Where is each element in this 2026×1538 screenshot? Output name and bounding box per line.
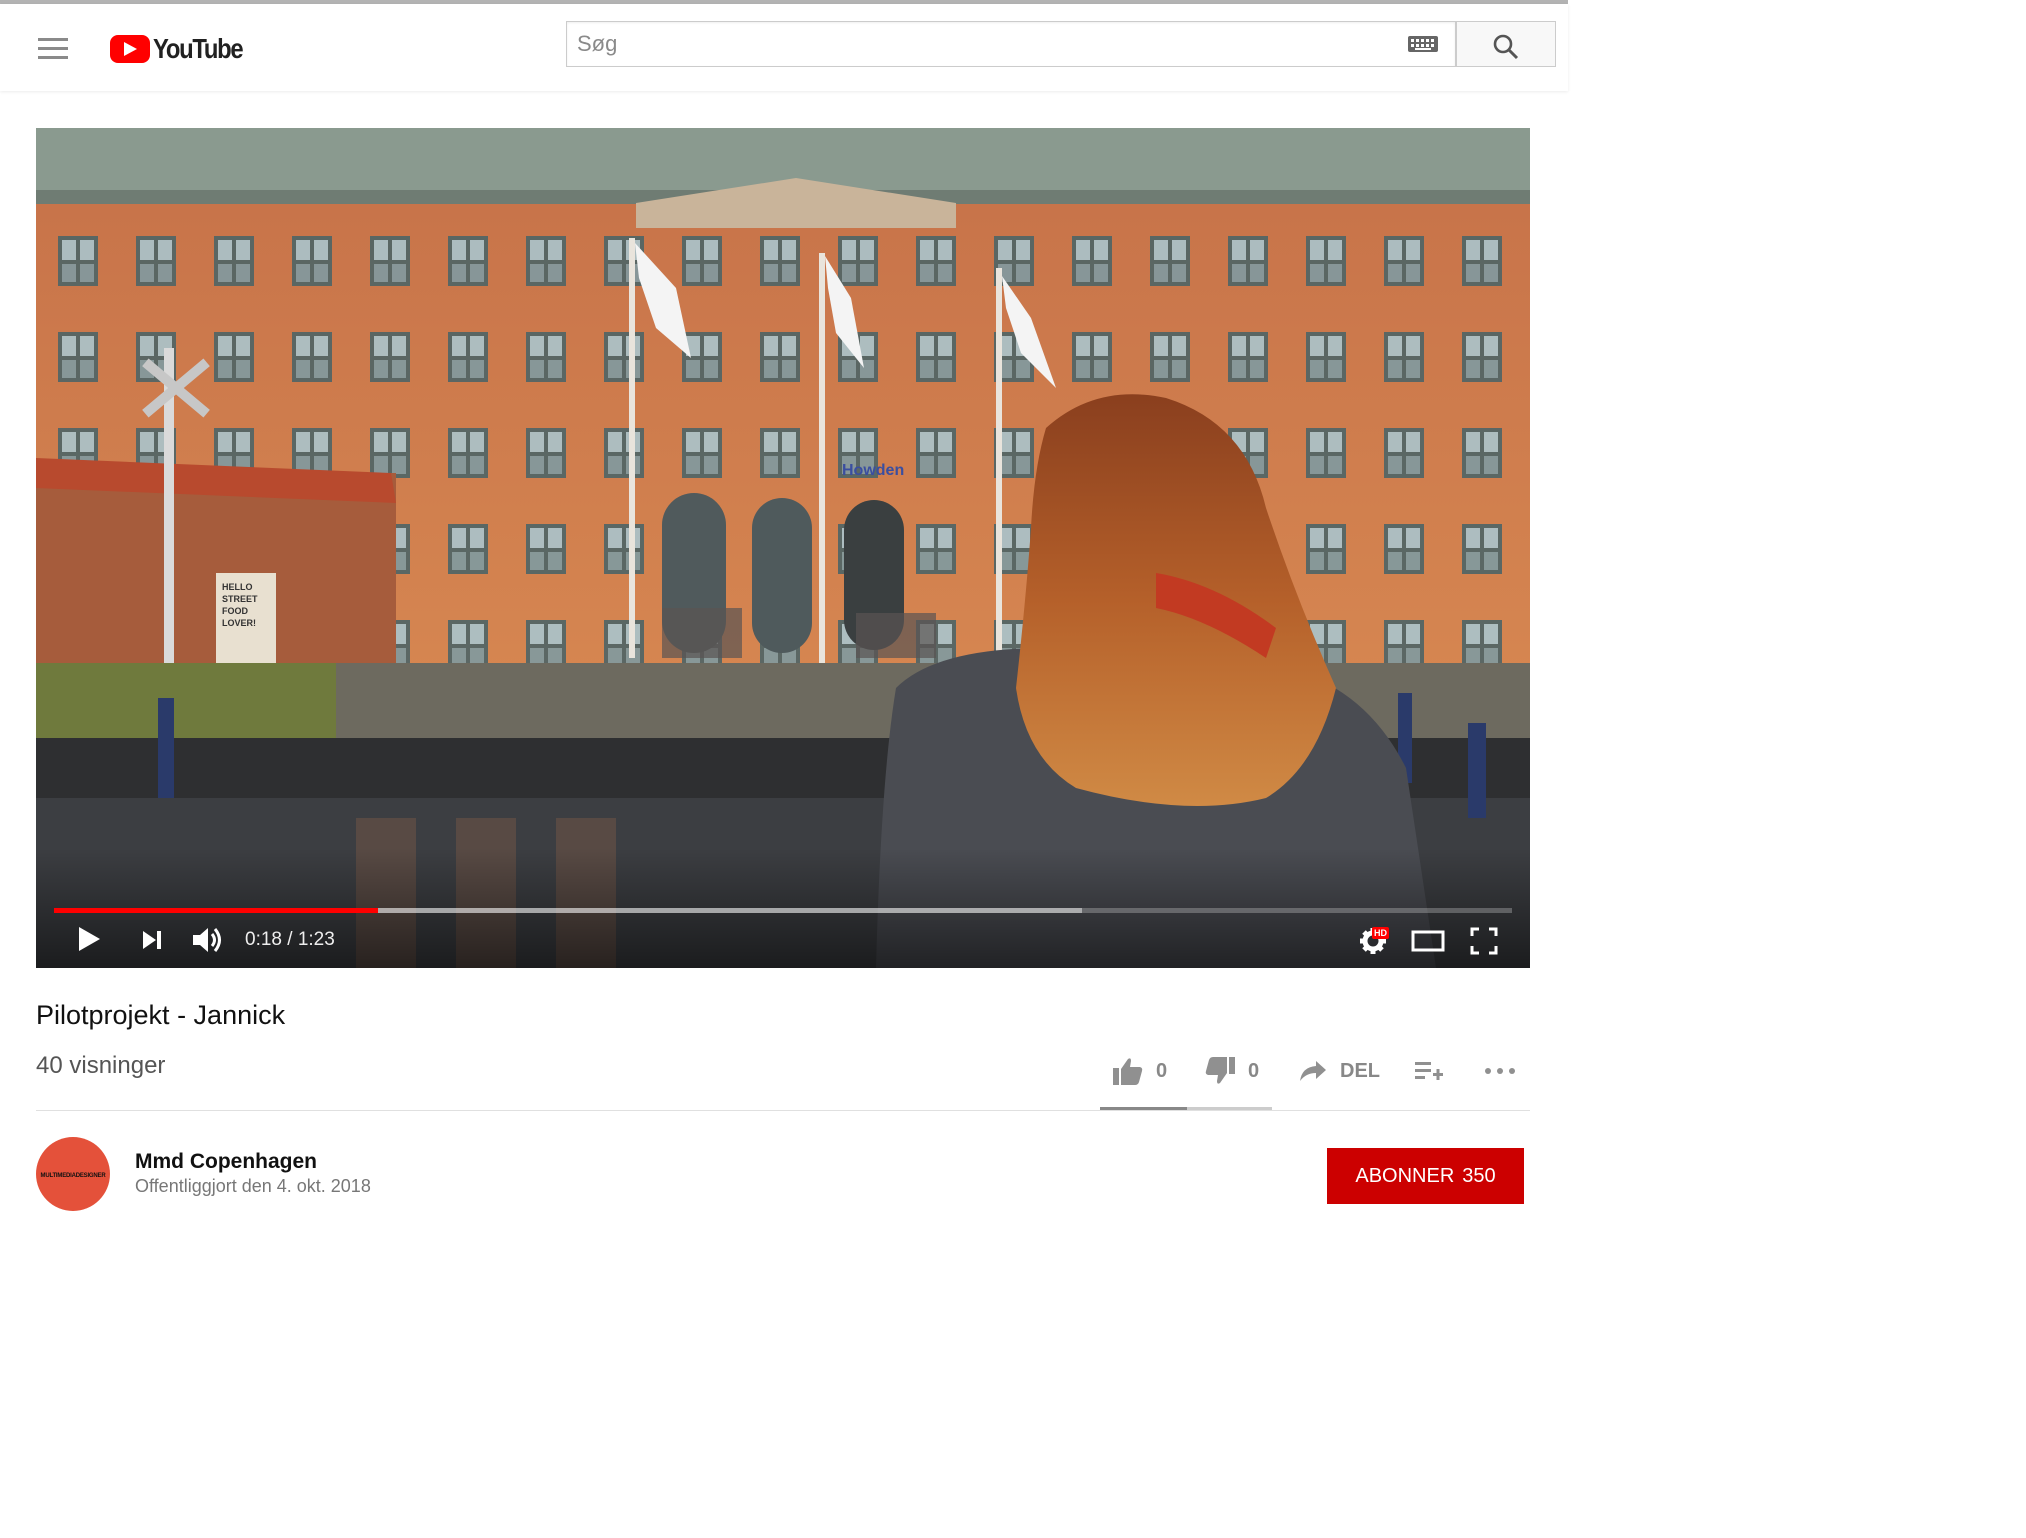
thumbs-down-icon (1205, 1057, 1235, 1084)
fullscreen-button[interactable] (1470, 927, 1498, 960)
dislike-count: 0 (1248, 1059, 1260, 1082)
play-icon (79, 927, 100, 951)
view-count: 40 visninger (36, 1052, 166, 1079)
volume-button[interactable] (191, 925, 225, 960)
hd-badge: HD (1372, 927, 1389, 939)
subscribe-label: ABONNER (1355, 1164, 1455, 1187)
progress-played (54, 908, 378, 913)
more-horizontal-icon (1485, 1068, 1515, 1074)
play-logo-icon (110, 35, 150, 63)
time-separator: / (281, 929, 298, 950)
share-button[interactable]: DEL (1298, 1053, 1380, 1089)
channel-avatar[interactable]: MULTIMEDIADESIGNER (36, 1137, 110, 1211)
volume-icon (193, 928, 221, 952)
sentiment-bar (1100, 1107, 1272, 1110)
divider (36, 1110, 1530, 1111)
sentiment-like-portion (1100, 1107, 1187, 1110)
search-button[interactable] (1456, 21, 1556, 67)
progress-bar[interactable] (54, 908, 1512, 913)
channel-name[interactable]: Mmd Copenhagen (135, 1150, 317, 1174)
board-line-3: FOOD (222, 606, 248, 616)
duration: 1:23 (297, 929, 335, 950)
play-button[interactable] (76, 925, 102, 958)
next-button[interactable] (140, 929, 164, 956)
board-line-2: STREET (222, 594, 258, 604)
board-line-1: HELLO (222, 582, 253, 592)
next-icon (143, 931, 161, 949)
video-title: Pilotprojekt - Jannick (36, 1000, 286, 1030)
search-input[interactable] (566, 21, 1456, 67)
publish-date: Offentliggjort den 4. okt. 2018 (135, 1176, 371, 1196)
time-display: 0:18 / 1:23 (245, 929, 335, 951)
board-line-4: LOVER! (222, 618, 256, 628)
video-frame[interactable]: Howden HELLO STREET FOOD LOVER! (36, 128, 1530, 968)
add-to-playlist-button[interactable] (1414, 1053, 1444, 1089)
like-button[interactable]: 0 (1112, 1053, 1167, 1089)
share-label: DEL (1340, 1059, 1380, 1082)
fullscreen-icon (1470, 927, 1498, 955)
building-sign: Howden (842, 462, 904, 479)
logo-text: YouTube (153, 33, 244, 64)
subscribe-button[interactable]: ABONNER 350 (1327, 1148, 1524, 1204)
current-time: 0:18 (245, 929, 282, 950)
more-actions-button[interactable] (1484, 1053, 1516, 1089)
youtube-logo[interactable]: YouTube (110, 32, 258, 66)
theater-mode-button[interactable] (1411, 929, 1445, 958)
thumbs-up-icon (1113, 1058, 1143, 1085)
theater-mode-icon (1411, 930, 1445, 952)
keyboard-icon[interactable] (1408, 36, 1438, 52)
avatar-logo-text: MULTIMEDIADESIGNER (40, 1173, 106, 1179)
hamburger-menu-icon[interactable] (38, 38, 70, 60)
search-icon (1493, 34, 1519, 60)
video-player[interactable]: Howden HELLO STREET FOOD LOVER! 0:18 / 1… (36, 128, 1530, 968)
subscriber-count: 350 (1462, 1164, 1496, 1187)
dislike-button[interactable]: 0 (1204, 1053, 1259, 1089)
like-count: 0 (1156, 1059, 1168, 1082)
playlist-add-icon (1415, 1062, 1443, 1080)
share-arrow-icon (1300, 1061, 1326, 1081)
